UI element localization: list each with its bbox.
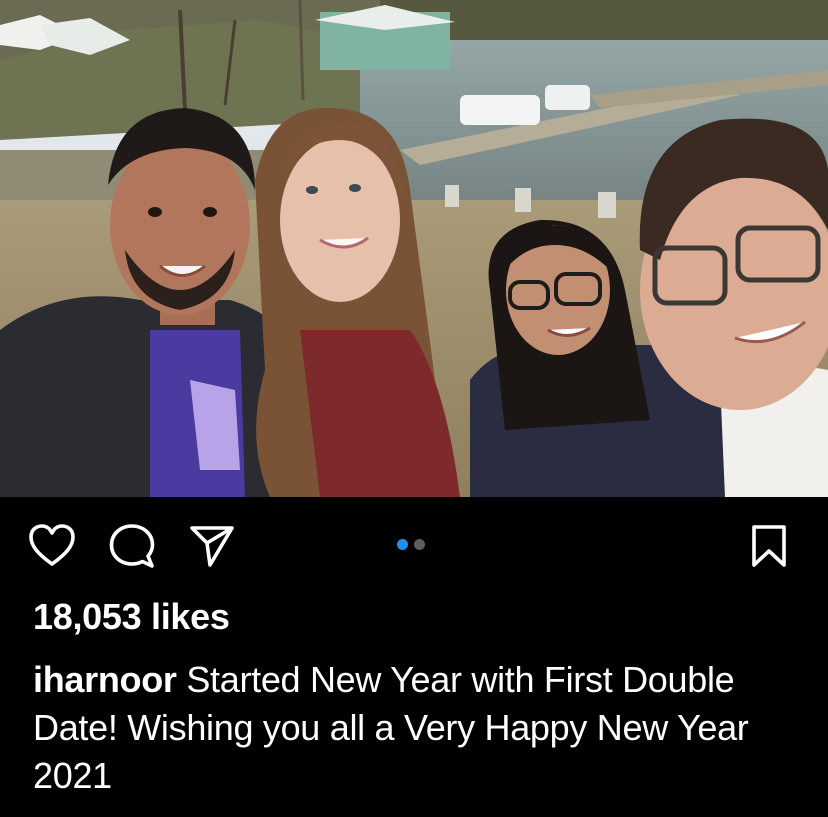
save-button[interactable] (744, 521, 794, 571)
paper-plane-icon (190, 526, 234, 567)
heart-icon (29, 524, 75, 566)
carousel-dot (414, 539, 425, 550)
comment-icon (109, 524, 155, 568)
post-photo[interactable] (0, 0, 828, 497)
carousel-indicator (397, 539, 425, 550)
comment-button[interactable] (107, 521, 157, 571)
like-button[interactable] (27, 521, 77, 571)
likes-count[interactable]: 18,053 likes (33, 596, 230, 638)
share-button[interactable] (187, 521, 237, 571)
action-bar (0, 497, 828, 593)
post-caption: iharnoor Started New Year with First Dou… (33, 656, 803, 800)
carousel-dot-active (397, 539, 408, 550)
caption-username[interactable]: iharnoor (33, 659, 177, 700)
bookmark-icon (752, 525, 786, 567)
post-image[interactable] (0, 0, 828, 497)
